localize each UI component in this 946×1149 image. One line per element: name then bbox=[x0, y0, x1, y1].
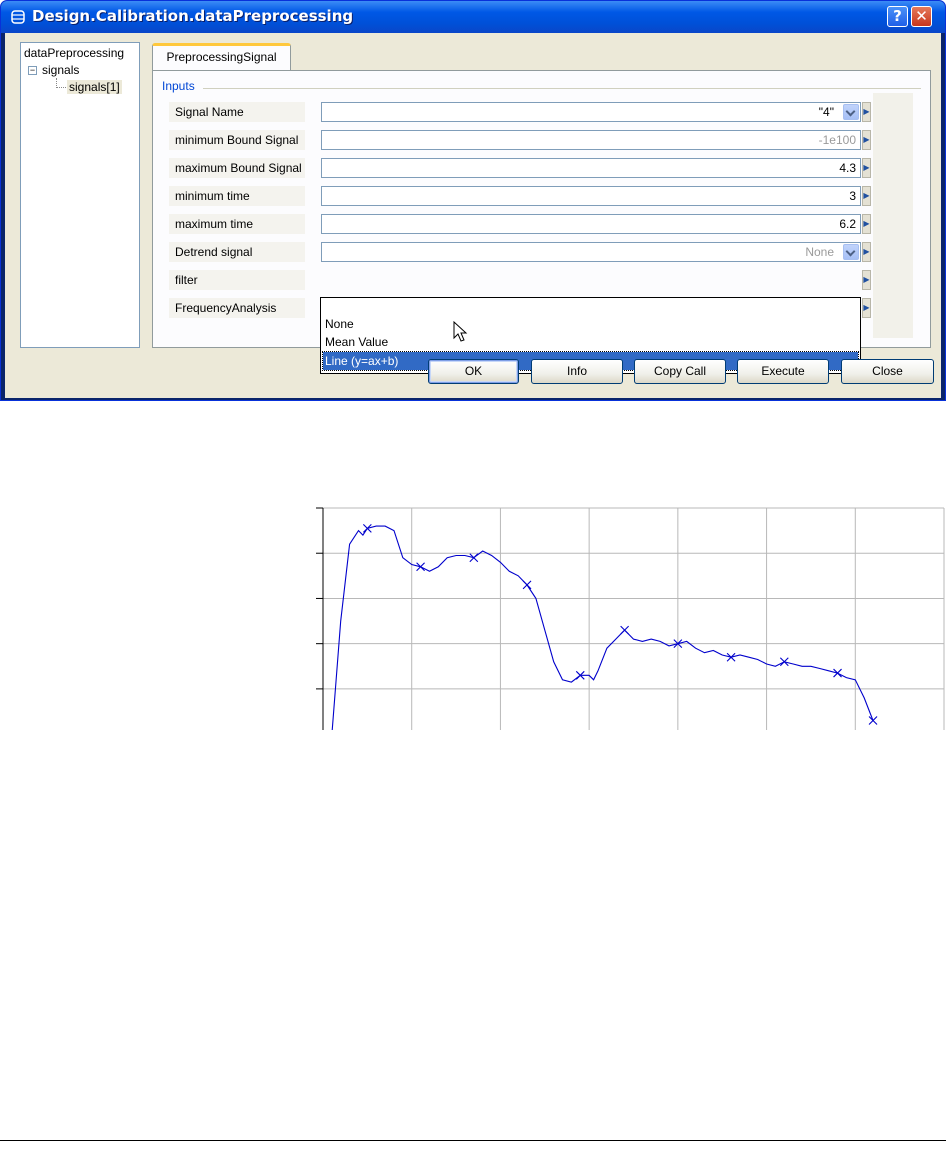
tree-node-root[interactable]: dataPreprocessing bbox=[24, 46, 124, 60]
series-marker bbox=[522, 580, 532, 590]
signal-name-value: "4" bbox=[818, 105, 834, 119]
min-bound-field[interactable]: -1e100 bbox=[321, 130, 861, 150]
window-title: Design.Calibration.dataPreprocessing bbox=[32, 7, 354, 25]
min-bound-label: minimum Bound Signal bbox=[169, 130, 305, 150]
info-button[interactable]: Info bbox=[531, 359, 623, 384]
series-marker bbox=[868, 716, 878, 725]
max-time-arrow-button[interactable]: ▶ bbox=[862, 214, 871, 234]
ok-button[interactable]: OK bbox=[428, 359, 519, 384]
signal-name-label: Signal Name bbox=[169, 102, 305, 122]
series-marker bbox=[620, 625, 630, 635]
series-line-1 bbox=[331, 525, 874, 730]
inputs-group-label: Inputs bbox=[162, 79, 197, 93]
dialog-icon bbox=[11, 10, 25, 24]
frequency-analysis-label: FrequencyAnalysis bbox=[169, 298, 305, 318]
max-bound-field[interactable]: 4.3 bbox=[321, 158, 861, 178]
min-time-label: minimum time bbox=[169, 186, 305, 206]
series-marker bbox=[779, 657, 789, 667]
min-time-arrow-button[interactable]: ▶ bbox=[862, 186, 871, 206]
close-button[interactable]: Close bbox=[841, 359, 934, 384]
max-bound-arrow-button[interactable]: ▶ bbox=[862, 158, 871, 178]
max-time-field[interactable]: 6.2 bbox=[321, 214, 861, 234]
tree-node-signals[interactable]: signals bbox=[42, 63, 79, 77]
tab-panel: Inputs Signal Name "4" ▶ minimum Bound S… bbox=[152, 70, 931, 374]
panel-strip bbox=[873, 93, 913, 338]
series-marker bbox=[362, 523, 372, 533]
title-bar[interactable]: Design.Calibration.dataPreprocessing ? ✕ bbox=[1, 1, 945, 33]
tree-node-signals-1[interactable]: signals[1] bbox=[67, 80, 122, 94]
series-marker bbox=[469, 553, 479, 563]
max-bound-label: maximum Bound Signal bbox=[169, 158, 305, 178]
signal-plot bbox=[316, 507, 945, 730]
detrend-option-none[interactable]: None bbox=[323, 315, 858, 333]
min-time-field[interactable]: 3 bbox=[321, 186, 861, 206]
detrend-label: Detrend signal bbox=[169, 242, 305, 262]
series-marker bbox=[416, 562, 425, 572]
filter-arrow-button[interactable]: ▶ bbox=[862, 270, 871, 290]
signal-name-select[interactable]: "4" bbox=[321, 102, 861, 122]
group-divider bbox=[203, 88, 921, 89]
series-marker bbox=[833, 668, 842, 678]
min-bound-arrow-button[interactable]: ▶ bbox=[862, 130, 871, 150]
signals-tree: dataPreprocessing − signals signals[1] bbox=[20, 42, 140, 348]
copy-call-button[interactable]: Copy Call bbox=[634, 359, 726, 384]
detrend-select[interactable]: None bbox=[321, 242, 861, 262]
dialog-window: Design.Calibration.dataPreprocessing ? ✕… bbox=[0, 0, 946, 401]
tree-connector bbox=[56, 78, 66, 88]
dialog-client-area: dataPreprocessing − signals signals[1] P… bbox=[5, 33, 941, 398]
collapse-icon[interactable]: − bbox=[28, 66, 37, 75]
tab-preprocessing-signal[interactable]: PreprocessingSignal bbox=[152, 43, 291, 71]
frequency-analysis-arrow-button[interactable]: ▶ bbox=[862, 298, 871, 318]
detrend-value: None bbox=[805, 245, 834, 259]
help-button[interactable]: ? bbox=[887, 6, 908, 27]
mouse-cursor-icon bbox=[453, 321, 468, 342]
page-bottom-rule bbox=[0, 1140, 946, 1141]
filter-label: filter bbox=[169, 270, 305, 290]
max-time-label: maximum time bbox=[169, 214, 305, 234]
detrend-option-mean[interactable]: Mean Value bbox=[323, 333, 858, 351]
detrend-arrow-button[interactable]: ▶ bbox=[862, 242, 871, 262]
chevron-down-icon[interactable] bbox=[843, 244, 859, 260]
chevron-down-icon[interactable] bbox=[843, 104, 859, 120]
execute-button[interactable]: Execute bbox=[737, 359, 829, 384]
series-marker bbox=[726, 652, 736, 662]
close-window-button[interactable]: ✕ bbox=[911, 6, 932, 27]
signal-name-arrow-button[interactable]: ▶ bbox=[862, 102, 871, 122]
